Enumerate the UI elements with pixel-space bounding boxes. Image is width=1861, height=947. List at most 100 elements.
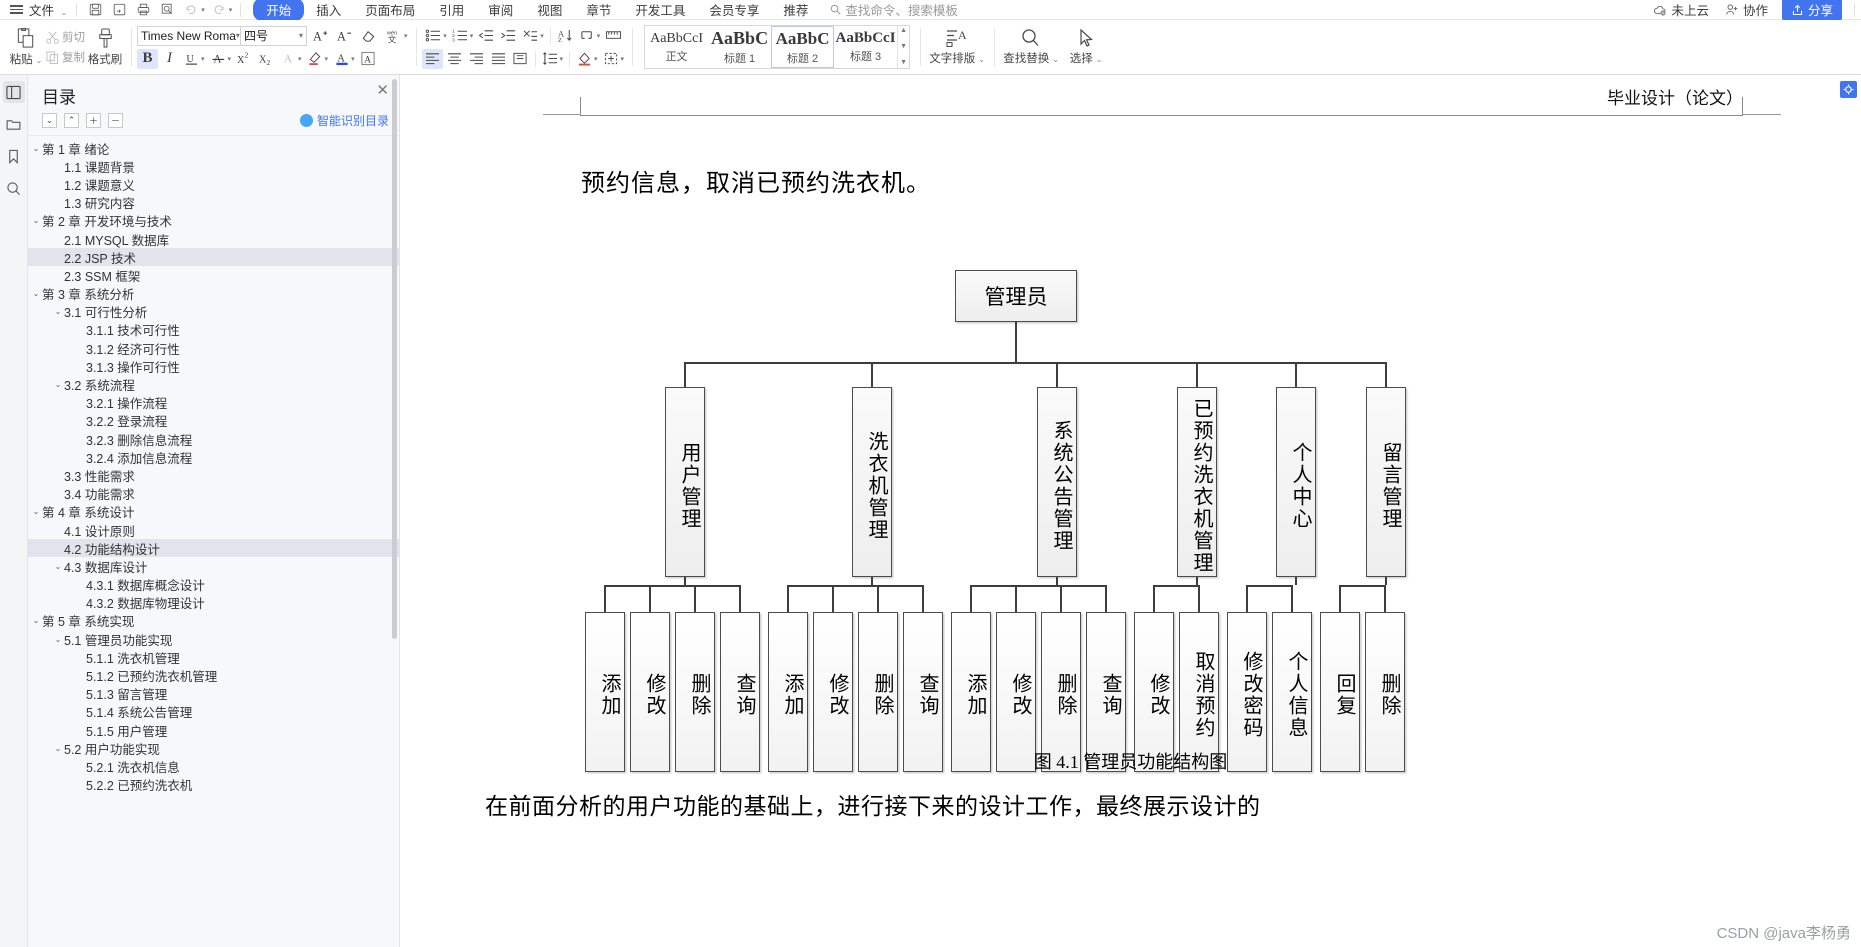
tab-member-exclusive[interactable]: 会员专享 (697, 0, 771, 21)
align-left-icon[interactable] (421, 48, 443, 69)
outline-item[interactable]: 5.1.4 系统公告管理 (28, 703, 399, 721)
outline-scrollbar[interactable] (392, 79, 397, 639)
print-preview-icon[interactable] (155, 1, 179, 19)
outline-item[interactable]: 5.1.1 洗衣机管理 (28, 648, 399, 666)
justify-icon[interactable] (488, 49, 509, 69)
align-right-icon[interactable] (466, 49, 487, 69)
outline-item[interactable]: 3.2.4 添加信息流程 (28, 448, 399, 466)
outline-item[interactable]: ⌄ 3.1 可行性分析 (28, 303, 399, 321)
superscript-button[interactable]: X2 (234, 49, 255, 69)
shading-icon[interactable] (574, 49, 595, 69)
outline-item[interactable]: 5.1.5 用户管理 (28, 721, 399, 739)
file-menu-button[interactable]: 文件 ⌄ (27, 0, 70, 19)
copy-button[interactable]: 复制 (46, 49, 85, 65)
italic-button[interactable]: I (159, 49, 180, 69)
align-center-icon[interactable] (444, 49, 465, 69)
font-color-button[interactable]: A (331, 49, 352, 69)
outline-item[interactable]: ⌄ 第 5 章 系统实现 (28, 612, 399, 630)
cut-button[interactable]: 剪切 (46, 29, 85, 45)
outline-item[interactable]: 2.3 SSM 框架 (28, 266, 399, 284)
document-page[interactable]: 预约信息，取消已预约洗衣机。 管理员 用户管理 洗衣机管理 系统公告管理 已预约洗衣机管… (400, 97, 1861, 947)
borders-icon[interactable] (601, 49, 622, 69)
style-body-text[interactable]: AaBbCcI 正文 (645, 26, 708, 68)
format-painter-button[interactable]: 格式刷 (85, 27, 125, 67)
app-menu-icon[interactable] (5, 5, 27, 14)
bullet-list-icon[interactable] (423, 26, 444, 46)
outline-item[interactable]: 1.2 课题意义 (28, 175, 399, 193)
chevron-down-icon[interactable]: ⌄ (30, 616, 42, 625)
find-replace-button[interactable]: 查找替换 ⌄ (1000, 28, 1062, 66)
outline-item[interactable]: 4.2 功能结构设计 (28, 539, 399, 558)
chevron-down-icon[interactable]: ⌄ (978, 55, 985, 64)
outline-item[interactable]: 4.3.2 数据库物理设计 (28, 594, 399, 612)
styles-scroll-up-icon[interactable]: ▲ (900, 27, 907, 35)
outline-item[interactable]: 2.1 MYSQL 数据库 (28, 230, 399, 248)
chevron-down-icon[interactable]: ⌄ (30, 507, 42, 516)
chevron-down-icon[interactable]: ⌄ (52, 307, 64, 316)
chinese-layout-icon[interactable] (520, 26, 541, 46)
chevron-down-icon[interactable]: ▾ (298, 55, 302, 63)
undo-dropdown-icon[interactable]: ▾ (201, 6, 205, 14)
outline-item[interactable]: 5.1.3 留言管理 (28, 685, 399, 703)
expand-all-button[interactable]: ＋ (86, 113, 101, 128)
outline-item[interactable]: 2.2 JSP 技术 (28, 248, 399, 267)
chevron-down-icon[interactable]: ▾ (325, 55, 329, 63)
tab-insert[interactable]: 插入 (304, 0, 353, 21)
locate-icon[interactable] (1840, 81, 1857, 98)
text-effect-button[interactable]: A (358, 49, 379, 69)
style-heading-1[interactable]: AaBbC 标题 1 (708, 26, 771, 68)
style-heading-3[interactable]: AaBbCcI 标题 3 (834, 26, 897, 68)
chevron-down-icon[interactable]: ⌄ (30, 289, 42, 298)
font-family-input[interactable]: Times New Roma ▾ (137, 25, 241, 46)
redo-icon[interactable] (207, 1, 231, 19)
chevron-down-icon[interactable]: ▾ (201, 55, 205, 63)
outline-item[interactable]: ⌄ 5.2 用户功能实现 (28, 739, 399, 757)
expand-next-button[interactable]: ⌄ (42, 113, 57, 128)
outline-item[interactable]: 3.2.2 登录流程 (28, 412, 399, 430)
sort-icon[interactable]: AZ (555, 26, 576, 46)
outline-panel-icon[interactable] (2, 81, 25, 103)
chevron-down-icon[interactable]: ▾ (560, 55, 564, 63)
chevron-down-icon[interactable]: ▾ (443, 32, 447, 40)
line-spacing-icon[interactable] (540, 49, 561, 69)
outline-item[interactable]: 3.2.1 操作流程 (28, 394, 399, 412)
chevron-down-icon[interactable]: ⌄ (52, 744, 64, 753)
numbered-list-icon[interactable]: 123 (450, 26, 471, 46)
outline-item[interactable]: 5.1.2 已预约洗衣机管理 (28, 666, 399, 684)
chevron-down-icon[interactable]: ⌄ (1052, 55, 1059, 64)
outline-item[interactable]: 3.2.3 删除信息流程 (28, 430, 399, 448)
quick-access-customize-icon[interactable]: ▾ (229, 6, 233, 14)
chevron-down-icon[interactable]: ⌄ (36, 56, 43, 65)
outline-item[interactable]: ⌄ 3.2 系统流程 (28, 375, 399, 393)
chevron-down-icon[interactable]: ▾ (299, 31, 303, 40)
bookmark-icon[interactable] (3, 145, 25, 167)
document-canvas[interactable]: 毕业设计（论文） 预约信息，取消已预约洗衣机。 管理员 用户管理 洗衣机管理 系统公告… (400, 75, 1861, 947)
outline-item[interactable]: 1.3 研究内容 (28, 194, 399, 212)
search-icon[interactable] (3, 177, 25, 199)
chevron-down-icon[interactable]: ⌄ (30, 144, 42, 153)
outline-item[interactable]: 3.1.2 经济可行性 (28, 339, 399, 357)
close-icon[interactable]: ✕ (376, 83, 389, 98)
outline-item[interactable]: 3.1.3 操作可行性 (28, 357, 399, 375)
collaborate-button[interactable]: 协作 (1717, 0, 1776, 19)
tab-start[interactable]: 开始 (253, 0, 305, 21)
outline-item[interactable]: ⌄ 第 4 章 系统设计 (28, 503, 399, 521)
strikethrough-button[interactable]: A (208, 49, 229, 69)
outline-item[interactable]: 4.3.1 数据库概念设计 (28, 576, 399, 594)
subscript-button[interactable]: X2 (256, 49, 277, 69)
chevron-down-icon[interactable]: ⌄ (52, 562, 64, 571)
select-button[interactable]: 选择 ⌄ (1062, 28, 1110, 66)
paste-button[interactable]: 粘贴 ⌄ (6, 27, 46, 67)
folder-icon[interactable] (3, 113, 25, 135)
ruler-icon[interactable] (603, 26, 624, 46)
outline-item[interactable]: 4.1 设计原则 (28, 521, 399, 539)
character-border-button[interactable]: A (278, 49, 299, 69)
outline-item[interactable]: 3.3 性能需求 (28, 466, 399, 484)
save-as-icon[interactable] (107, 1, 131, 19)
command-search-input[interactable]: 查找命令、搜索模板 (830, 0, 958, 19)
highlight-color-button[interactable] (305, 49, 326, 69)
undo-icon[interactable] (179, 1, 203, 19)
outline-item[interactable]: ⌄ 5.1 管理员功能实现 (28, 630, 399, 648)
chevron-down-icon[interactable]: ▾ (228, 55, 232, 63)
underline-button[interactable]: U (181, 49, 202, 69)
